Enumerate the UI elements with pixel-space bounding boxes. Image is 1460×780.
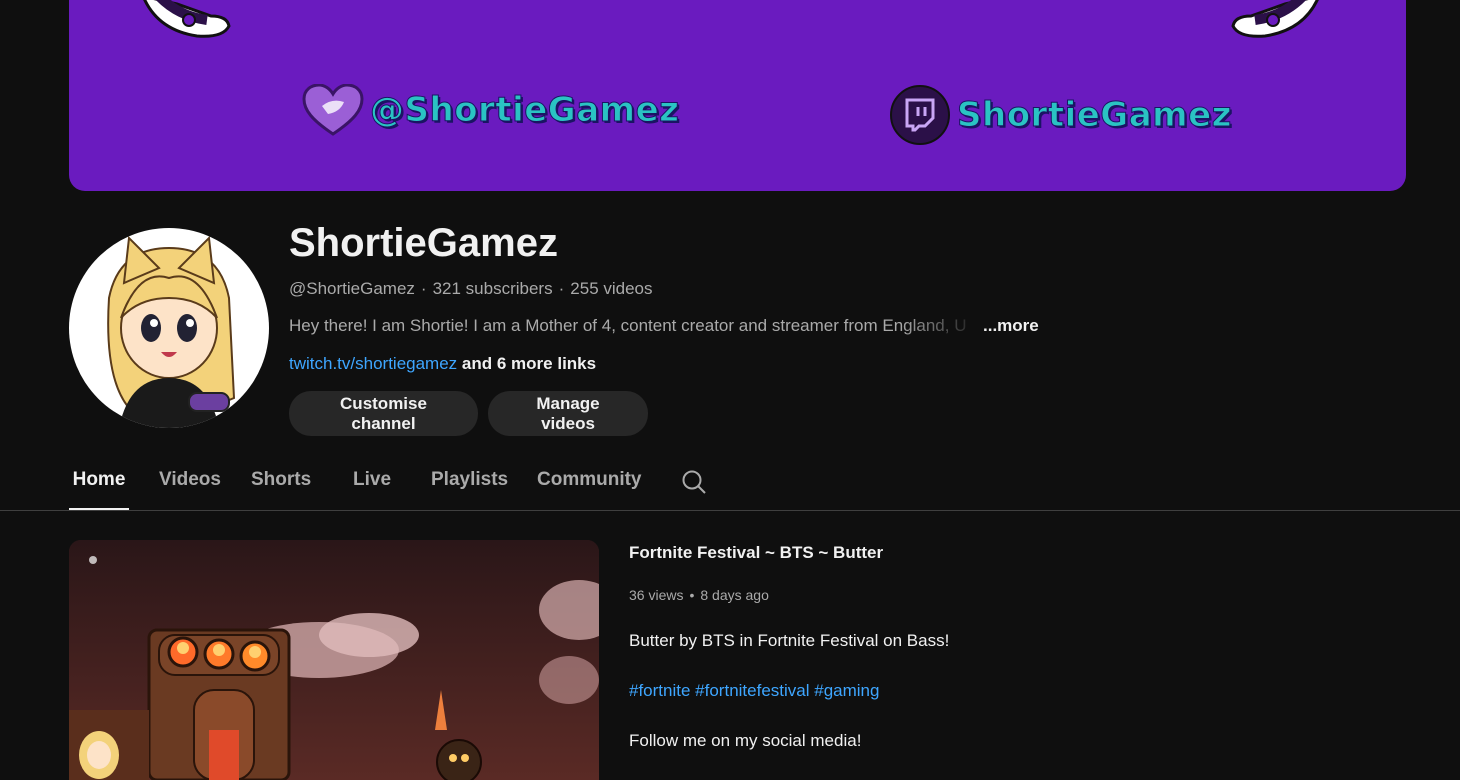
tab-videos[interactable]: Videos <box>159 455 221 510</box>
video-description-line: Follow me on my social media! <box>629 731 862 750</box>
banner-twitch-handle: ShortieGamez <box>889 84 1232 146</box>
hashtag-link[interactable]: #fortnitefestival <box>695 681 809 700</box>
tab-live[interactable]: Live <box>353 455 391 510</box>
video-count: 255 videos <box>570 279 653 298</box>
more-links-button[interactable]: and 6 more links <box>462 354 596 373</box>
twitch-link[interactable]: twitch.tv/shortiegamez <box>289 354 457 373</box>
sneaker-icon <box>1231 0 1322 38</box>
hashtag-link[interactable]: #fortnite <box>629 681 690 700</box>
featured-video-title[interactable]: Fortnite Festival ~ BTS ~ Butter <box>629 541 883 565</box>
meta-separator: • <box>689 587 695 603</box>
channel-description[interactable]: Hey there! I am Shortie! I am a Mother o… <box>289 315 1049 337</box>
cartoon-avatar-icon <box>107 235 236 428</box>
search-icon[interactable] <box>681 469 707 495</box>
meta-separator: · <box>420 279 427 298</box>
avatar[interactable] <box>69 228 269 428</box>
tab-home[interactable]: Home <box>69 455 129 510</box>
subscriber-count: 321 subscribers <box>432 279 553 298</box>
tab-community[interactable]: Community <box>537 455 642 510</box>
video-hashtags: #fortnite #fortnitefestival #gaming <box>629 679 879 703</box>
banner-twitter-text: @ShortieGamez <box>369 90 680 131</box>
customise-channel-button[interactable]: Customise channel <box>289 391 478 436</box>
manage-videos-button[interactable]: Manage videos <box>488 391 648 436</box>
channel-links: twitch.tv/shortiegamez and 6 more links <box>289 353 596 375</box>
featured-video-meta: 36 views • 8 days ago <box>629 585 769 605</box>
channel-meta: @ShortieGamez · 321 subscribers · 255 videos <box>289 278 653 300</box>
video-thumbnail-image <box>69 540 599 780</box>
twitch-icon <box>890 85 950 145</box>
hashtag-link[interactable]: #gaming <box>814 681 879 700</box>
channel-handle: @ShortieGamez <box>289 279 415 298</box>
channel-name: ShortieGamez <box>289 221 558 265</box>
heart-bird-icon <box>302 84 364 136</box>
sneaker-icon <box>143 0 231 38</box>
more-description-link[interactable]: ...more <box>983 315 1039 337</box>
upload-age: 8 days ago <box>700 587 769 603</box>
tab-shorts[interactable]: Shorts <box>251 455 311 510</box>
banner-twitch-text: ShortieGamez <box>957 95 1232 136</box>
meta-separator: · <box>558 279 565 298</box>
video-description-line: Butter by BTS in Fortnite Festival on Ba… <box>629 631 950 650</box>
banner-twitter-handle: @ShortieGamez <box>302 84 679 136</box>
channel-tabs: Home Videos Shorts Live Playlists Commun… <box>0 455 1460 511</box>
featured-video-thumbnail[interactable] <box>69 540 599 780</box>
tab-playlists[interactable]: Playlists <box>431 455 508 510</box>
channel-banner: @ShortieGamez ShortieGamez <box>69 0 1406 191</box>
channel-description-text: Hey there! I am Shortie! I am a Mother o… <box>289 316 967 335</box>
view-count: 36 views <box>629 587 684 603</box>
